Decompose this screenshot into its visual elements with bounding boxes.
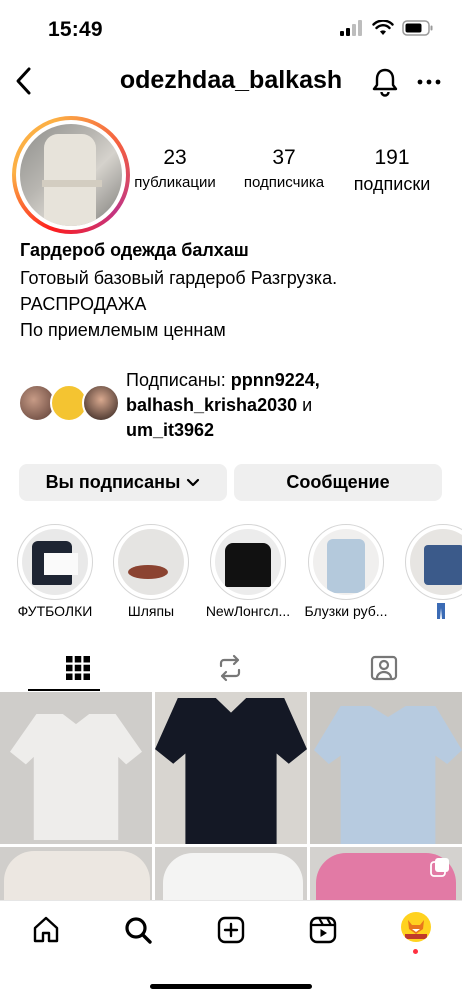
tab-reposts[interactable] (214, 652, 246, 684)
repost-icon (219, 654, 241, 682)
tab-posts-grid[interactable] (62, 652, 94, 684)
following-button-label: Вы подписаны (45, 472, 181, 492)
highlight-hats[interactable] (113, 524, 189, 600)
stat-following[interactable]: 191 подписки (342, 146, 442, 195)
stat-posts: 23 публикации (125, 146, 225, 191)
post-thumbnail[interactable] (0, 692, 152, 844)
reels-icon (309, 916, 337, 944)
plus-square-icon (217, 916, 245, 944)
follower-link[interactable]: balhash_krisha2030 (126, 395, 297, 415)
stat-posts-count: 23 (163, 146, 187, 169)
multiple-photos-icon (430, 858, 449, 877)
highlight-tshirts[interactable] (17, 524, 93, 600)
more-options-button[interactable] (414, 66, 444, 98)
fox-icon (405, 920, 427, 939)
bio-line: По приемлемым ценнам (20, 320, 226, 340)
jeans-icon (437, 603, 445, 619)
stat-followers[interactable]: 37 подписчика (233, 146, 335, 191)
post-thumbnail[interactable] (155, 692, 307, 844)
highlight-label: Блузки руб... (304, 603, 388, 619)
highlight-longsleeves[interactable] (210, 524, 286, 600)
message-button-label: Сообщение (286, 472, 390, 492)
bio-line: РАСПРОДАЖА (20, 294, 147, 314)
nav-create[interactable] (215, 914, 247, 946)
wifi-icon (372, 20, 394, 35)
bell-icon (372, 68, 398, 97)
followed-prefix: Подписаны: (126, 370, 231, 390)
following-button[interactable]: Вы подписаны (19, 464, 227, 501)
active-tab-indicator (28, 689, 100, 691)
bio-line: Готовый базовый гардероб Разгрузка. (20, 268, 338, 288)
jeans-emoji (436, 603, 446, 619)
grid-icon (66, 656, 90, 680)
home-indicator (150, 984, 312, 989)
profile-display-name: Гардероб одежда балхаш (20, 240, 249, 260)
chevron-down-icon (187, 478, 200, 486)
highlight-blouses[interactable] (308, 524, 384, 600)
post-thumbnail[interactable] (310, 692, 462, 844)
battery-icon (402, 20, 433, 36)
stat-following-count: 191 (374, 146, 410, 169)
highlight-label: ФУТБОЛКИ (17, 603, 93, 619)
notification-dot (413, 949, 418, 954)
notifications-button[interactable] (370, 66, 400, 98)
home-icon (33, 916, 59, 943)
follower-link[interactable]: ppnn9224, (231, 370, 320, 390)
search-icon (125, 917, 152, 944)
more-horizontal-icon (417, 79, 441, 85)
follower-link[interactable]: um_it3962 (126, 420, 214, 440)
highlight-label: NewЛонгсл... (205, 603, 291, 619)
nav-home[interactable] (30, 914, 62, 946)
followed-joiner: и (297, 395, 313, 415)
nav-profile-avatar[interactable] (401, 912, 431, 942)
nav-search[interactable] (122, 914, 154, 946)
tab-tagged[interactable] (368, 652, 400, 684)
mutual-followers-text[interactable]: Подписаны: ppnn9224, balhash_krisha2030 … (126, 368, 446, 443)
stat-following-label: подписки (353, 174, 431, 194)
tagged-user-icon (370, 655, 398, 681)
highlight-label: Шляпы (127, 603, 175, 619)
stat-followers-label: подписчика (243, 174, 325, 191)
profile-avatar[interactable] (12, 116, 130, 234)
nav-reels[interactable] (307, 914, 339, 946)
avatar-image (20, 124, 122, 226)
message-button[interactable]: Сообщение (234, 464, 442, 501)
stat-posts-label: публикации (134, 174, 216, 191)
status-time: 15:49 (48, 18, 103, 41)
status-icons (340, 20, 434, 36)
stat-followers-count: 37 (272, 146, 296, 169)
avatar (82, 384, 120, 422)
highlight-jeans[interactable] (405, 524, 462, 600)
mutual-followers-avatars[interactable] (18, 384, 120, 424)
signal-icon (340, 20, 362, 36)
